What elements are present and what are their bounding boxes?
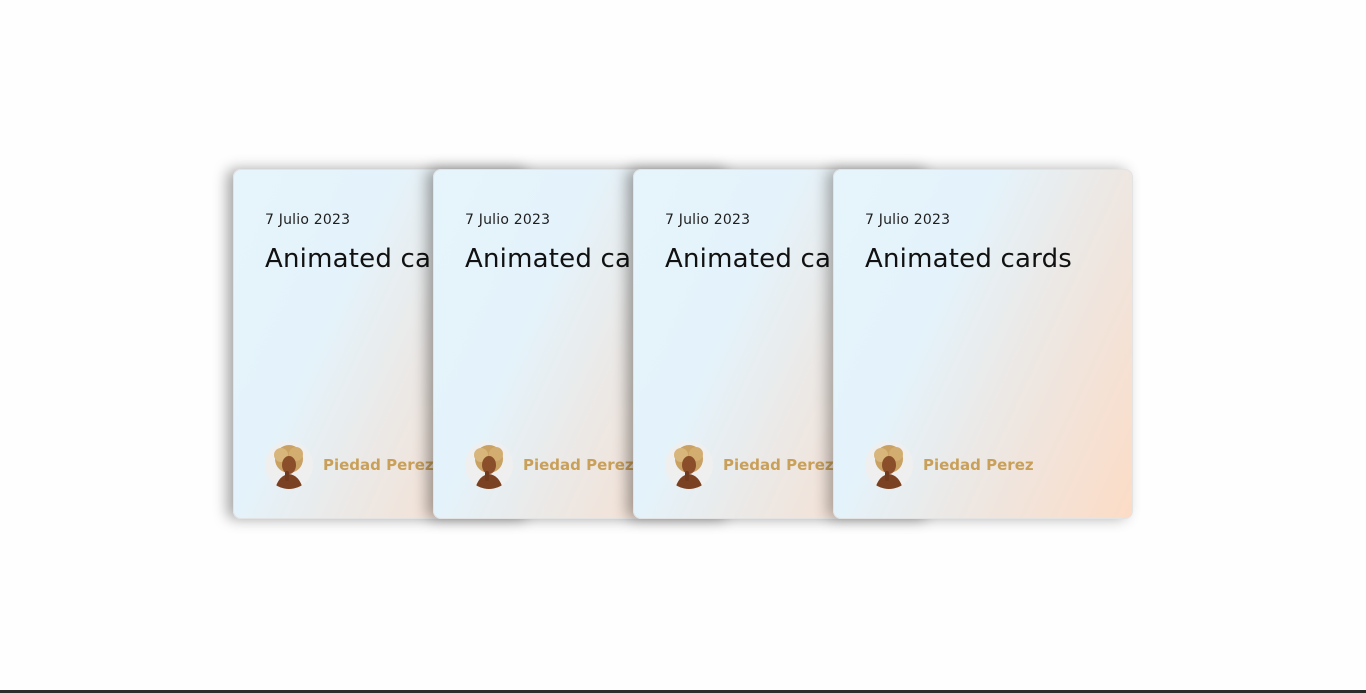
card-author: Piedad Perez <box>865 441 1034 489</box>
author-name[interactable]: Piedad Perez <box>723 456 834 474</box>
card-author: Piedad Perez <box>465 441 634 489</box>
author-name[interactable]: Piedad Perez <box>523 456 634 474</box>
card-date: 7 Julio 2023 <box>665 212 751 228</box>
card-date: 7 Julio 2023 <box>465 212 551 228</box>
avatar <box>265 441 313 489</box>
author-name[interactable]: Piedad Perez <box>923 456 1034 474</box>
card-title: Animated cards <box>865 244 1073 274</box>
avatar-portrait-icon <box>865 441 913 489</box>
avatar <box>665 441 713 489</box>
card[interactable]: 7 Julio 2023 Animated cards Piedad Perez <box>833 169 1133 519</box>
author-name[interactable]: Piedad Perez <box>323 456 434 474</box>
avatar-portrait-icon <box>465 441 513 489</box>
avatar-portrait-icon <box>665 441 713 489</box>
card-author: Piedad Perez <box>665 441 834 489</box>
card-author: Piedad Perez <box>265 441 434 489</box>
card-date: 7 Julio 2023 <box>265 212 351 228</box>
avatar <box>465 441 513 489</box>
avatar <box>865 441 913 489</box>
avatar-portrait-icon <box>265 441 313 489</box>
page: 7 Julio 2023 Animated cards Piedad Perez… <box>0 0 1366 693</box>
card-date: 7 Julio 2023 <box>865 212 951 228</box>
